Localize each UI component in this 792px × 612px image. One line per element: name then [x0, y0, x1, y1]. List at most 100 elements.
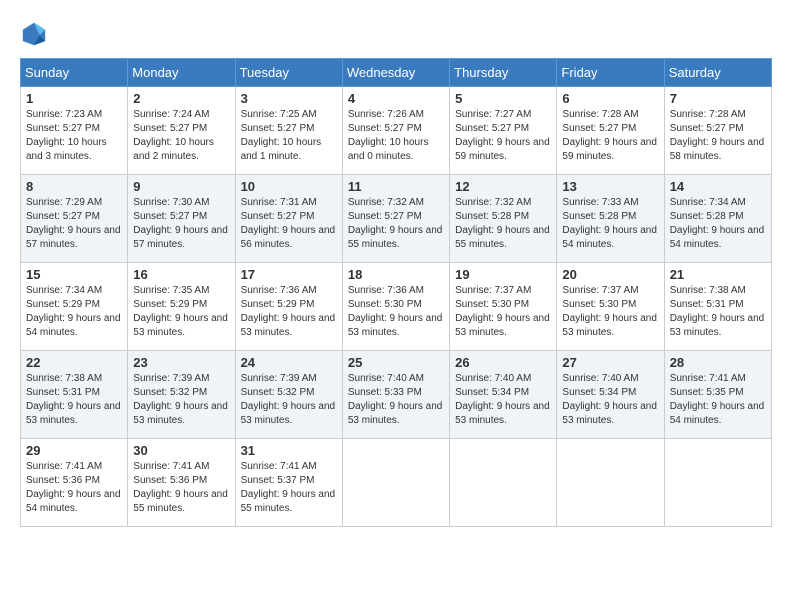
day-info: Sunrise: 7:32 AM Sunset: 5:28 PM Dayligh… — [455, 196, 551, 252]
day-info: Sunrise: 7:36 AM Sunset: 5:30 PM Dayligh… — [348, 284, 444, 340]
day-number: 14 — [670, 179, 766, 194]
day-number: 2 — [133, 91, 229, 106]
sunrise-label: Sunrise: 7:32 AM — [348, 197, 424, 208]
calendar-cell: 6 Sunrise: 7:28 AM Sunset: 5:27 PM Dayli… — [557, 87, 664, 175]
calendar-cell: 25 Sunrise: 7:40 AM Sunset: 5:33 PM Dayl… — [342, 351, 449, 439]
sunset-label: Sunset: 5:27 PM — [348, 123, 422, 134]
day-info: Sunrise: 7:41 AM Sunset: 5:35 PM Dayligh… — [670, 372, 766, 428]
daylight-label: Daylight: 9 hours and 53 minutes. — [455, 313, 550, 338]
day-info: Sunrise: 7:37 AM Sunset: 5:30 PM Dayligh… — [562, 284, 658, 340]
calendar-cell: 23 Sunrise: 7:39 AM Sunset: 5:32 PM Dayl… — [128, 351, 235, 439]
day-info: Sunrise: 7:28 AM Sunset: 5:27 PM Dayligh… — [562, 108, 658, 164]
sunrise-label: Sunrise: 7:27 AM — [455, 109, 531, 120]
calendar-cell: 20 Sunrise: 7:37 AM Sunset: 5:30 PM Dayl… — [557, 263, 664, 351]
daylight-label: Daylight: 9 hours and 53 minutes. — [241, 401, 336, 426]
daylight-label: Daylight: 9 hours and 57 minutes. — [133, 225, 228, 250]
day-info: Sunrise: 7:29 AM Sunset: 5:27 PM Dayligh… — [26, 196, 122, 252]
calendar-cell — [664, 439, 771, 527]
day-number: 21 — [670, 267, 766, 282]
daylight-label: Daylight: 9 hours and 56 minutes. — [241, 225, 336, 250]
calendar-cell: 15 Sunrise: 7:34 AM Sunset: 5:29 PM Dayl… — [21, 263, 128, 351]
sunrise-label: Sunrise: 7:40 AM — [348, 373, 424, 384]
day-number: 8 — [26, 179, 122, 194]
calendar-cell: 28 Sunrise: 7:41 AM Sunset: 5:35 PM Dayl… — [664, 351, 771, 439]
sunrise-label: Sunrise: 7:26 AM — [348, 109, 424, 120]
sunset-label: Sunset: 5:31 PM — [670, 299, 744, 310]
daylight-label: Daylight: 9 hours and 57 minutes. — [26, 225, 121, 250]
daylight-label: Daylight: 10 hours and 0 minutes. — [348, 137, 429, 162]
calendar-cell: 17 Sunrise: 7:36 AM Sunset: 5:29 PM Dayl… — [235, 263, 342, 351]
day-info: Sunrise: 7:37 AM Sunset: 5:30 PM Dayligh… — [455, 284, 551, 340]
sunrise-label: Sunrise: 7:38 AM — [26, 373, 102, 384]
day-info: Sunrise: 7:23 AM Sunset: 5:27 PM Dayligh… — [26, 108, 122, 164]
weekday-header-saturday: Saturday — [664, 59, 771, 87]
daylight-label: Daylight: 9 hours and 55 minutes. — [348, 225, 443, 250]
sunrise-label: Sunrise: 7:36 AM — [348, 285, 424, 296]
day-number: 19 — [455, 267, 551, 282]
calendar-cell: 3 Sunrise: 7:25 AM Sunset: 5:27 PM Dayli… — [235, 87, 342, 175]
sunrise-label: Sunrise: 7:39 AM — [133, 373, 209, 384]
day-number: 29 — [26, 443, 122, 458]
calendar-cell: 7 Sunrise: 7:28 AM Sunset: 5:27 PM Dayli… — [664, 87, 771, 175]
sunset-label: Sunset: 5:27 PM — [455, 123, 529, 134]
day-info: Sunrise: 7:25 AM Sunset: 5:27 PM Dayligh… — [241, 108, 337, 164]
day-number: 1 — [26, 91, 122, 106]
day-number: 3 — [241, 91, 337, 106]
daylight-label: Daylight: 9 hours and 53 minutes. — [348, 401, 443, 426]
daylight-label: Daylight: 9 hours and 53 minutes. — [562, 401, 657, 426]
daylight-label: Daylight: 9 hours and 53 minutes. — [562, 313, 657, 338]
day-number: 25 — [348, 355, 444, 370]
calendar-cell: 21 Sunrise: 7:38 AM Sunset: 5:31 PM Dayl… — [664, 263, 771, 351]
day-number: 6 — [562, 91, 658, 106]
daylight-label: Daylight: 9 hours and 53 minutes. — [670, 313, 765, 338]
daylight-label: Daylight: 9 hours and 53 minutes. — [133, 313, 228, 338]
day-number: 9 — [133, 179, 229, 194]
sunset-label: Sunset: 5:36 PM — [133, 475, 207, 486]
day-number: 24 — [241, 355, 337, 370]
day-number: 26 — [455, 355, 551, 370]
day-number: 22 — [26, 355, 122, 370]
calendar-cell: 13 Sunrise: 7:33 AM Sunset: 5:28 PM Dayl… — [557, 175, 664, 263]
day-info: Sunrise: 7:38 AM Sunset: 5:31 PM Dayligh… — [670, 284, 766, 340]
day-info: Sunrise: 7:26 AM Sunset: 5:27 PM Dayligh… — [348, 108, 444, 164]
sunrise-label: Sunrise: 7:39 AM — [241, 373, 317, 384]
day-info: Sunrise: 7:27 AM Sunset: 5:27 PM Dayligh… — [455, 108, 551, 164]
sunrise-label: Sunrise: 7:41 AM — [241, 461, 317, 472]
weekday-header-tuesday: Tuesday — [235, 59, 342, 87]
day-info: Sunrise: 7:40 AM Sunset: 5:34 PM Dayligh… — [562, 372, 658, 428]
sunset-label: Sunset: 5:34 PM — [455, 387, 529, 398]
calendar-cell: 24 Sunrise: 7:39 AM Sunset: 5:32 PM Dayl… — [235, 351, 342, 439]
day-number: 15 — [26, 267, 122, 282]
day-number: 30 — [133, 443, 229, 458]
daylight-label: Daylight: 10 hours and 3 minutes. — [26, 137, 107, 162]
day-info: Sunrise: 7:30 AM Sunset: 5:27 PM Dayligh… — [133, 196, 229, 252]
calendar-cell: 9 Sunrise: 7:30 AM Sunset: 5:27 PM Dayli… — [128, 175, 235, 263]
day-info: Sunrise: 7:24 AM Sunset: 5:27 PM Dayligh… — [133, 108, 229, 164]
daylight-label: Daylight: 9 hours and 53 minutes. — [133, 401, 228, 426]
day-number: 20 — [562, 267, 658, 282]
calendar-cell: 4 Sunrise: 7:26 AM Sunset: 5:27 PM Dayli… — [342, 87, 449, 175]
daylight-label: Daylight: 9 hours and 53 minutes. — [26, 401, 121, 426]
sunset-label: Sunset: 5:27 PM — [241, 123, 315, 134]
daylight-label: Daylight: 9 hours and 54 minutes. — [670, 225, 765, 250]
calendar-cell: 22 Sunrise: 7:38 AM Sunset: 5:31 PM Dayl… — [21, 351, 128, 439]
sunrise-label: Sunrise: 7:41 AM — [670, 373, 746, 384]
daylight-label: Daylight: 9 hours and 53 minutes. — [348, 313, 443, 338]
day-number: 5 — [455, 91, 551, 106]
sunrise-label: Sunrise: 7:34 AM — [670, 197, 746, 208]
day-info: Sunrise: 7:39 AM Sunset: 5:32 PM Dayligh… — [241, 372, 337, 428]
header — [20, 20, 772, 48]
sunrise-label: Sunrise: 7:29 AM — [26, 197, 102, 208]
day-info: Sunrise: 7:39 AM Sunset: 5:32 PM Dayligh… — [133, 372, 229, 428]
sunrise-label: Sunrise: 7:41 AM — [26, 461, 102, 472]
sunset-label: Sunset: 5:29 PM — [133, 299, 207, 310]
sunset-label: Sunset: 5:27 PM — [26, 211, 100, 222]
daylight-label: Daylight: 9 hours and 59 minutes. — [455, 137, 550, 162]
day-info: Sunrise: 7:34 AM Sunset: 5:29 PM Dayligh… — [26, 284, 122, 340]
sunrise-label: Sunrise: 7:24 AM — [133, 109, 209, 120]
calendar-cell: 1 Sunrise: 7:23 AM Sunset: 5:27 PM Dayli… — [21, 87, 128, 175]
sunset-label: Sunset: 5:27 PM — [670, 123, 744, 134]
daylight-label: Daylight: 9 hours and 59 minutes. — [562, 137, 657, 162]
day-number: 13 — [562, 179, 658, 194]
sunset-label: Sunset: 5:28 PM — [455, 211, 529, 222]
